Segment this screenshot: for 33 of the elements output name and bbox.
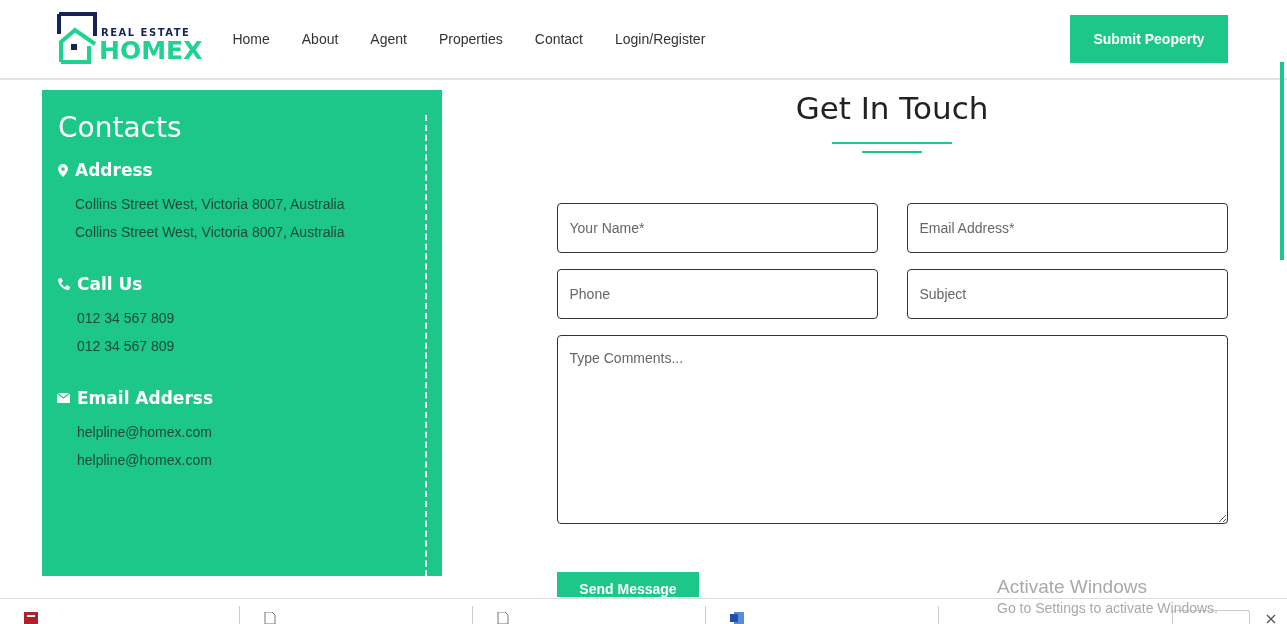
nav-link[interactable]: Agent xyxy=(370,31,407,47)
nav-link[interactable]: Login/Register xyxy=(615,31,706,47)
form-title: Get In Touch xyxy=(795,90,989,126)
contact-detail: helpline@homex.com xyxy=(76,423,213,442)
comment-field[interactable]: Type Comments... xyxy=(556,335,1228,524)
contact-detail: Collins Street West, Victoria 8007, Australia xyxy=(74,195,346,214)
house-logo-icon xyxy=(57,12,97,64)
contact-detail: 012 34 567 809 xyxy=(76,309,176,328)
location-pin-icon xyxy=(58,163,68,177)
logo-name: HOMEX xyxy=(99,38,203,64)
document-icon xyxy=(730,612,744,624)
section-heading: Address xyxy=(75,159,153,182)
contacts-title: Contacts xyxy=(58,110,183,146)
scrollbar-thumb[interactable] xyxy=(1280,62,1284,260)
nav-link[interactable]: Contact xyxy=(534,31,583,47)
phone-icon xyxy=(57,277,70,291)
input-field[interactable]: Email Address* xyxy=(906,203,1228,253)
envelope-icon xyxy=(57,393,70,403)
contact-detail: 012 34 567 809 xyxy=(76,337,176,356)
nav-link[interactable]: Properties xyxy=(438,31,503,47)
input-field[interactable]: Subject xyxy=(906,269,1228,319)
contact-detail: helpline@homex.com xyxy=(76,451,213,470)
section-heading: Call Us xyxy=(77,273,143,296)
section-heading: Email Adderss xyxy=(77,387,214,410)
activation-title: Activate Windows xyxy=(997,576,1148,598)
activation-text: Go to Settings to activate Windows. xyxy=(997,599,1218,618)
contact-detail: Collins Street West, Victoria 8007, Australia xyxy=(74,223,346,242)
close-icon xyxy=(1266,614,1276,624)
nav-link[interactable]: Home xyxy=(232,31,270,47)
nav-link[interactable]: About xyxy=(301,31,339,47)
input-field[interactable]: Your Name* xyxy=(556,203,878,253)
input-field[interactable]: Phone xyxy=(556,269,878,319)
logo-tagline: REAL ESTATE xyxy=(101,27,192,38)
